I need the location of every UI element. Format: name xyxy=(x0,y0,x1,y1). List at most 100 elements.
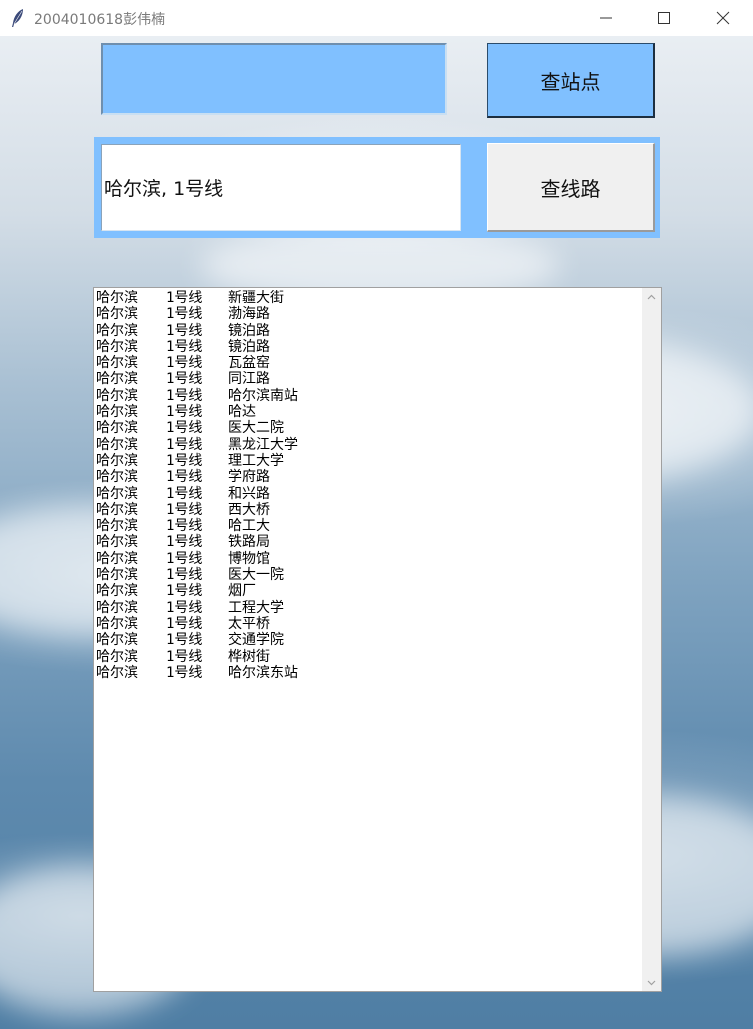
station-search-input[interactable] xyxy=(101,43,447,115)
chevron-up-icon xyxy=(647,294,656,299)
window-title: 2004010618彭伟楠 xyxy=(34,12,166,28)
list-item[interactable]: 哈尔滨 1号线 哈达 xyxy=(96,404,641,420)
list-item[interactable]: 哈尔滨 1号线 理工大学 xyxy=(96,453,641,469)
list-item[interactable]: 哈尔滨 1号线 烟厂 xyxy=(96,583,641,599)
list-item-line: 1号线 xyxy=(166,664,203,681)
list-item[interactable]: 哈尔滨 1号线 黑龙江大学 xyxy=(96,437,641,453)
list-item-station: 学府路 xyxy=(228,469,270,486)
list-item[interactable]: 哈尔滨 1号线 镜泊路 xyxy=(96,339,641,355)
scroll-up-button[interactable] xyxy=(642,288,661,305)
list-item-line: 1号线 xyxy=(166,371,203,388)
list-item[interactable]: 哈尔滨 1号线 铁路局 xyxy=(96,534,641,550)
list-item-city: 哈尔滨 xyxy=(96,648,138,665)
list-item-city: 哈尔滨 xyxy=(96,290,138,306)
chevron-down-icon xyxy=(647,980,656,985)
list-item-station: 黑龙江大学 xyxy=(228,436,298,453)
list-item[interactable]: 哈尔滨 1号线 学府路 xyxy=(96,469,641,485)
list-item-city: 哈尔滨 xyxy=(96,436,138,453)
list-item[interactable]: 哈尔滨 1号线 太平桥 xyxy=(96,616,641,632)
list-item-city: 哈尔滨 xyxy=(96,550,138,567)
list-item-city: 哈尔滨 xyxy=(96,567,138,584)
list-item-city: 哈尔滨 xyxy=(96,632,138,649)
list-item-line: 1号线 xyxy=(166,338,203,355)
maximize-icon xyxy=(658,12,670,24)
list-item[interactable]: 哈尔滨 1号线 哈工大 xyxy=(96,518,641,534)
list-item-line: 1号线 xyxy=(166,404,203,421)
list-item[interactable]: 哈尔滨 1号线 渤海路 xyxy=(96,306,641,322)
list-item-station: 桦树街 xyxy=(228,648,270,665)
minimize-icon xyxy=(600,17,612,19)
list-item-city: 哈尔滨 xyxy=(96,452,138,469)
list-item-station: 医大一院 xyxy=(228,567,284,584)
list-item-line: 1号线 xyxy=(166,355,203,372)
maximize-button[interactable] xyxy=(636,0,694,36)
list-item-station: 烟厂 xyxy=(228,583,256,600)
list-item-line: 1号线 xyxy=(166,632,203,649)
list-item-station: 和兴路 xyxy=(228,485,270,502)
list-item-city: 哈尔滨 xyxy=(96,338,138,355)
list-item-city: 哈尔滨 xyxy=(96,485,138,502)
list-item-station: 医大二院 xyxy=(228,420,284,437)
list-item-city: 哈尔滨 xyxy=(96,534,138,551)
list-item-city: 哈尔滨 xyxy=(96,420,138,437)
list-item-line: 1号线 xyxy=(166,387,203,404)
line-search-frame: 哈尔滨, 1号线 查线路 xyxy=(94,137,660,238)
list-item-city: 哈尔滨 xyxy=(96,355,138,372)
list-item-city: 哈尔滨 xyxy=(96,306,138,323)
list-item-city: 哈尔滨 xyxy=(96,583,138,600)
list-item-station: 交通学院 xyxy=(228,632,284,649)
list-item-line: 1号线 xyxy=(166,567,203,584)
list-item-station: 哈工大 xyxy=(228,518,270,535)
list-item-station: 镜泊路 xyxy=(228,322,270,339)
list-item-station: 哈尔滨东站 xyxy=(228,664,298,681)
list-item-station: 理工大学 xyxy=(228,452,284,469)
list-item-line: 1号线 xyxy=(166,420,203,437)
list-item[interactable]: 哈尔滨 1号线 医大一院 xyxy=(96,567,641,583)
close-icon xyxy=(716,11,730,25)
list-item-station: 哈达 xyxy=(228,404,256,421)
list-item-station: 瓦盆窑 xyxy=(228,355,270,372)
list-item-station: 工程大学 xyxy=(228,599,284,616)
list-item-line: 1号线 xyxy=(166,648,203,665)
list-item-line: 1号线 xyxy=(166,501,203,518)
list-item-line: 1号线 xyxy=(166,322,203,339)
minimize-button[interactable] xyxy=(578,0,636,36)
sky-background: 查站点 哈尔滨, 1号线 查线路 哈尔滨 1号线 新疆大街 哈尔滨 1号线 渤海路 哈尔滨 1… xyxy=(0,36,753,1029)
close-button[interactable] xyxy=(695,0,753,36)
list-item-station: 同江路 xyxy=(228,371,270,388)
list-item[interactable]: 哈尔滨 1号线 新疆大街 xyxy=(96,290,641,306)
list-item-line: 1号线 xyxy=(166,583,203,600)
line-search-input[interactable]: 哈尔滨, 1号线 xyxy=(101,144,461,231)
list-item[interactable]: 哈尔滨 1号线 同江路 xyxy=(96,371,641,387)
list-item[interactable]: 哈尔滨 1号线 医大二院 xyxy=(96,420,641,436)
search-station-button[interactable]: 查站点 xyxy=(487,43,655,118)
list-item-station: 太平桥 xyxy=(228,615,270,632)
list-item-city: 哈尔滨 xyxy=(96,371,138,388)
list-item[interactable]: 哈尔滨 1号线 桦树街 xyxy=(96,649,641,665)
list-item-line: 1号线 xyxy=(166,469,203,486)
title-bar: 2004010618彭伟楠 xyxy=(0,0,753,36)
list-item-station: 西大桥 xyxy=(228,501,270,518)
list-item[interactable]: 哈尔滨 1号线 哈尔滨东站 xyxy=(96,665,641,681)
list-item-line: 1号线 xyxy=(166,534,203,551)
results-list: 哈尔滨 1号线 新疆大街 哈尔滨 1号线 渤海路 哈尔滨 1号线 镜泊路 哈尔滨 1号线 镜泊路 哈尔滨… xyxy=(96,290,641,989)
search-line-button[interactable]: 查线路 xyxy=(487,143,655,232)
list-item[interactable]: 哈尔滨 1号线 瓦盆窑 xyxy=(96,355,641,371)
list-item-city: 哈尔滨 xyxy=(96,469,138,486)
list-item-line: 1号线 xyxy=(166,550,203,567)
vertical-scrollbar[interactable] xyxy=(642,288,661,991)
results-listbox[interactable]: 哈尔滨 1号线 新疆大街 哈尔滨 1号线 渤海路 哈尔滨 1号线 镜泊路 哈尔滨 1号线 镜泊路 哈尔滨… xyxy=(93,287,662,992)
list-item[interactable]: 哈尔滨 1号线 哈尔滨南站 xyxy=(96,388,641,404)
scroll-down-button[interactable] xyxy=(642,974,661,991)
list-item[interactable]: 哈尔滨 1号线 工程大学 xyxy=(96,600,641,616)
list-item-line: 1号线 xyxy=(166,599,203,616)
list-item-city: 哈尔滨 xyxy=(96,615,138,632)
list-item-line: 1号线 xyxy=(166,485,203,502)
list-item-line: 1号线 xyxy=(166,290,203,306)
list-item[interactable]: 哈尔滨 1号线 交通学院 xyxy=(96,632,641,648)
list-item[interactable]: 哈尔滨 1号线 博物馆 xyxy=(96,551,641,567)
list-item[interactable]: 哈尔滨 1号线 镜泊路 xyxy=(96,323,641,339)
list-item-city: 哈尔滨 xyxy=(96,599,138,616)
list-item[interactable]: 哈尔滨 1号线 西大桥 xyxy=(96,502,641,518)
list-item[interactable]: 哈尔滨 1号线 和兴路 xyxy=(96,486,641,502)
